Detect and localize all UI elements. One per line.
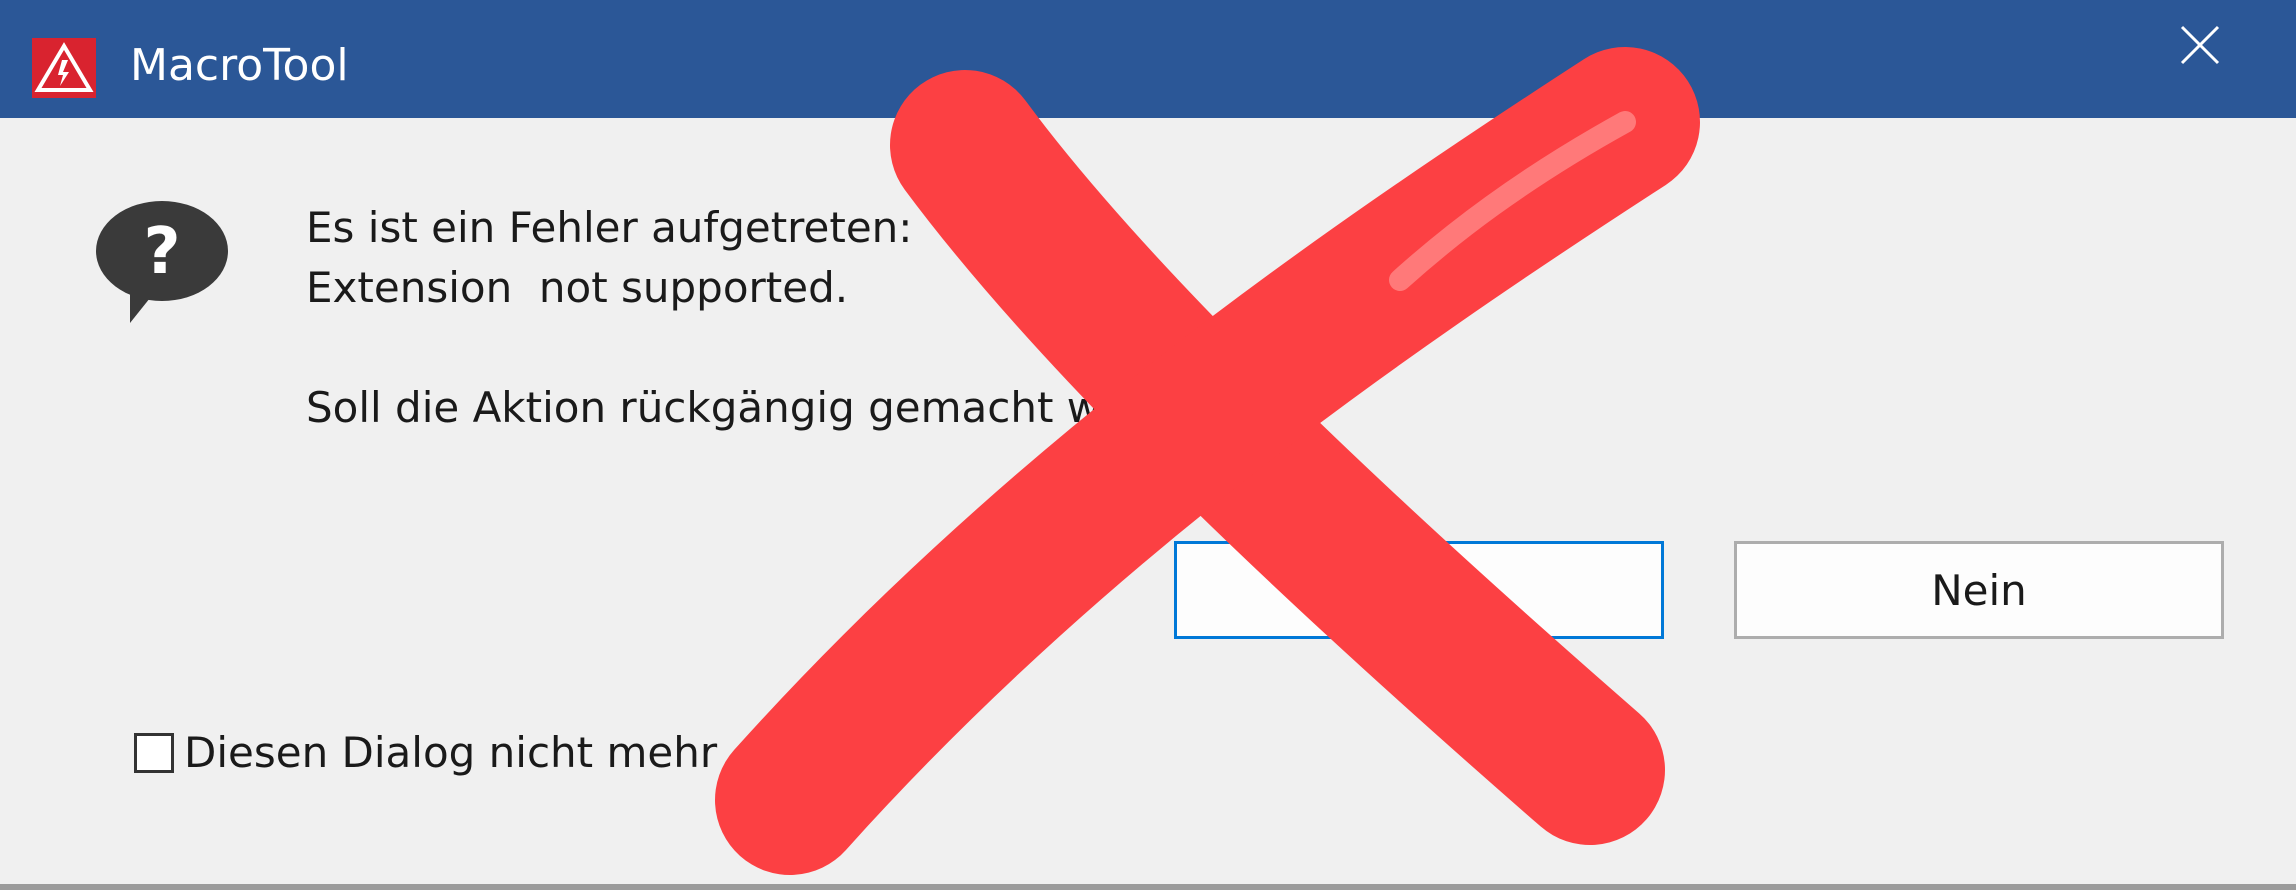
question-speech-bubble-icon: ? xyxy=(92,193,232,333)
window-title: MacroTool xyxy=(130,40,349,91)
error-line-2: Extension not supported. xyxy=(306,263,849,312)
dialog-body: ? Es ist ein Fehler aufgetreten: Extensi… xyxy=(0,118,2296,884)
yes-button[interactable] xyxy=(1174,541,1664,639)
close-icon xyxy=(2180,25,2220,65)
close-button[interactable] xyxy=(2160,10,2240,80)
title-bar: MacroTool xyxy=(0,0,2296,118)
no-button[interactable]: Nein xyxy=(1734,541,2224,639)
svg-text:?: ? xyxy=(143,215,180,289)
window-bottom-border xyxy=(0,884,2296,890)
error-line-1: Es ist ein Fehler aufgetreten: xyxy=(306,203,913,252)
dont-show-again-label: Diesen Dialog nicht mehr xyxy=(184,728,718,777)
dont-show-again-row[interactable]: Diesen Dialog nicht mehr xyxy=(134,728,717,777)
question-line: Soll die Aktion rückgängig gemacht w xyxy=(306,383,1102,432)
dont-show-again-checkbox[interactable] xyxy=(134,732,174,773)
message-text: Es ist ein Fehler aufgetreten: Extension… xyxy=(306,198,1101,438)
warning-triangle-icon xyxy=(32,38,96,98)
